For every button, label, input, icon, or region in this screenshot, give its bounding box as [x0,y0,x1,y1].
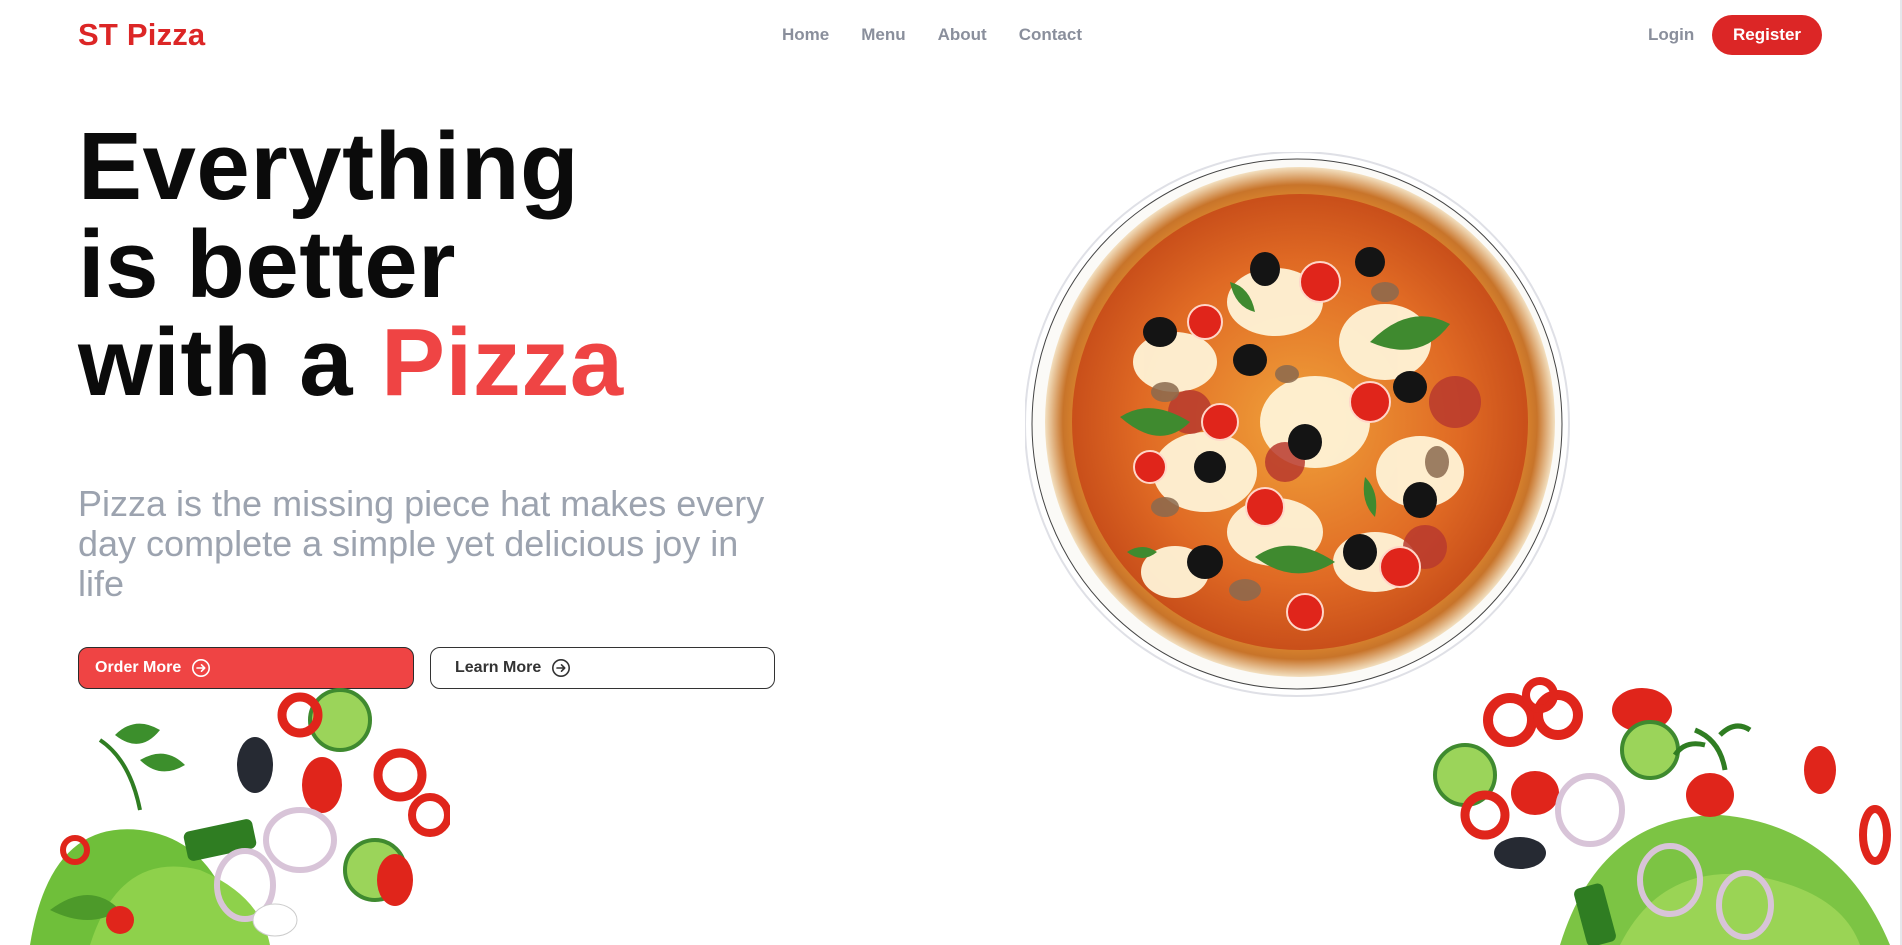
learn-more-button[interactable]: Learn More [430,647,775,689]
headline-line-1: Everything [78,113,580,220]
salad-vegetables-image-right [1433,677,1891,945]
nav-link-home[interactable]: Home [782,25,829,45]
headline-line-2: is better [78,211,456,318]
learn-more-label: Learn More [455,659,542,676]
hero-headline: Everything is better with a Pizza [78,118,624,412]
brand-logo[interactable]: ST Pizza [78,17,205,53]
headline-line-3-text: with a [78,309,354,416]
register-button[interactable]: Register [1712,15,1822,55]
arrow-right-circle-icon [552,659,571,677]
pizza-image [1025,152,1570,697]
login-link[interactable]: Login [1648,25,1694,45]
arrow-right-circle-icon [192,659,211,677]
order-more-label: Order More [95,659,182,676]
navbar: ST Pizza Home Menu About Contact Login R… [0,0,1902,70]
nav-links: Home Menu About Contact [782,25,1082,45]
nav-link-menu[interactable]: Menu [861,25,905,45]
nav-link-contact[interactable]: Contact [1019,25,1082,45]
nav-link-about[interactable]: About [938,25,987,45]
headline-line-3: with a Pizza [78,314,624,412]
hero-subtext: Pizza is the missing piece hat makes eve… [78,483,765,604]
headline-accent: Pizza [381,309,624,416]
salad-vegetables-image-left [30,688,450,945]
